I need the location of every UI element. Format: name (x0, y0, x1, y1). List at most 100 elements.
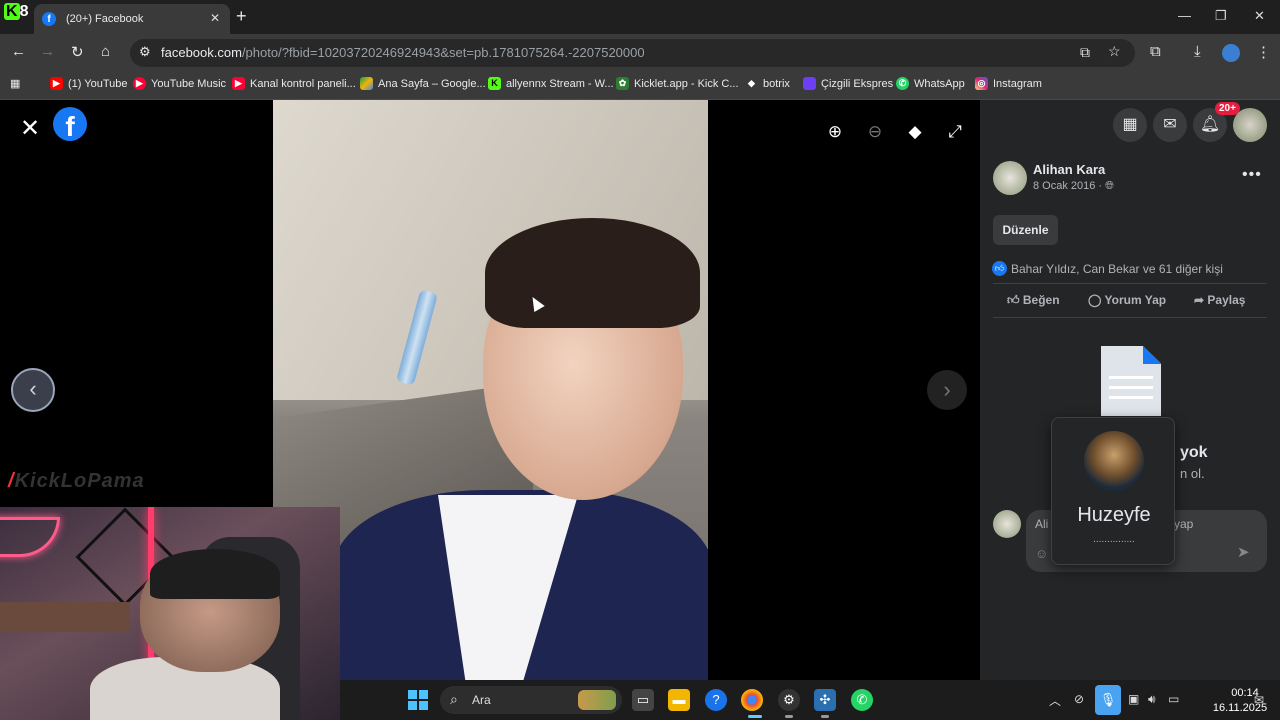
apps-grid-icon[interactable]: ▦ (10, 77, 20, 90)
youtube-studio-icon: ▶ (232, 77, 245, 90)
microphone-icon[interactable]: 🎙︎ (1095, 685, 1121, 715)
botrix-icon: ◆ (748, 78, 755, 88)
new-tab-button[interactable]: + (236, 6, 247, 27)
globe-icon: 🌐︎ (1105, 180, 1114, 192)
home-icon[interactable]: ⌂ (101, 43, 110, 60)
minimize-button[interactable]: — (1178, 8, 1191, 23)
task-view-icon[interactable]: ▭ (632, 689, 654, 711)
bookmark-youtube-studio[interactable]: ▶ Kanal kontrol paneli... (232, 77, 356, 90)
network-app-icon[interactable]: ✣ (814, 689, 836, 711)
cizgili-ekspres-icon (803, 77, 816, 90)
show-hidden-icons-icon[interactable]: ︿ (1049, 692, 1061, 709)
browser-tab-facebook[interactable]: f (20+) Facebook ✕ (34, 4, 230, 34)
close-viewer-icon[interactable]: ✕ (20, 114, 40, 143)
edit-button[interactable]: Düzenle (993, 215, 1058, 245)
reactions-summary[interactable]: 👍︎ Bahar Yıldız, Can Bekar ve 61 diğer k… (992, 261, 1223, 276)
zoom-out-icon[interactable]: ⊖ (861, 118, 889, 146)
bookmark-botrix[interactable]: ◆ botrix (745, 77, 790, 90)
bookmark-label: YouTube Music (151, 77, 227, 90)
extensions-icon[interactable]: ⧉ (1150, 43, 1161, 60)
facebook-logo-icon[interactable]: f (53, 107, 87, 141)
no-comments-subtitle: n ol. (1180, 466, 1205, 481)
stream-watermark: /KickLoPama (8, 470, 145, 492)
share-label: Paylaş (1207, 293, 1246, 307)
site-info-icon[interactable]: ⚙ (139, 44, 151, 60)
download-icon[interactable]: ⤓ (1194, 43, 1201, 60)
like-button[interactable]: 👍︎ Beğen (1007, 293, 1060, 308)
tab-close-icon[interactable]: ✕ (210, 11, 220, 25)
forward-arrow-icon[interactable]: → (40, 43, 55, 60)
maximize-button[interactable]: ❐ (1215, 8, 1227, 24)
popup-name: Huzeyfe (1077, 504, 1151, 526)
tag-icon[interactable]: ◆ (901, 118, 929, 146)
file-explorer-icon[interactable]: ▬ (668, 689, 690, 711)
post-actions: 👍︎ Beğen ◯ Yorum Yap ➦ Paylaş (993, 283, 1267, 318)
post-date-text: 8 Ocak 2016 · (1033, 180, 1106, 192)
webcam-overlay (0, 507, 340, 720)
fullscreen-icon[interactable]: ⤢ (941, 118, 969, 146)
network-off-icon[interactable]: ⊘ (1074, 692, 1084, 706)
browser-menu-icon[interactable]: ⋮ (1256, 43, 1271, 61)
comment-button[interactable]: ◯ Yorum Yap (1088, 293, 1166, 307)
next-photo-button[interactable]: › (927, 370, 967, 410)
bookmark-label: (1) YouTube (68, 77, 128, 90)
display-icon[interactable]: ▣ (1128, 692, 1139, 706)
bookmark-label: botrix (763, 77, 790, 90)
whatsapp-taskbar-icon[interactable]: ✆ (851, 689, 873, 711)
battery-icon[interactable]: ▭ (1168, 692, 1179, 706)
windows-start-icon[interactable] (408, 690, 428, 710)
poster-avatar[interactable] (993, 161, 1027, 195)
bookmark-youtube-music[interactable]: ▶ YouTube Music (133, 77, 226, 90)
document-line (1109, 396, 1153, 399)
previous-photo-button[interactable]: ‹ (11, 368, 55, 412)
kick-icon: K (488, 77, 501, 90)
emoji-icon[interactable]: ☺ (1035, 546, 1048, 561)
bookmark-cizgili-ekspres[interactable]: Çizgili Ekspres (803, 77, 893, 90)
bookmark-label: Ana Sayfa – Google... (378, 77, 486, 90)
share-button[interactable]: ➦ Paylaş (1194, 293, 1245, 307)
caller-popup[interactable]: Huzeyfe ............... (1051, 417, 1175, 565)
notifications-icon[interactable]: ✉ (1254, 693, 1264, 707)
bookmark-youtube[interactable]: ▶ (1) YouTube (50, 77, 128, 90)
search-highlight-image (578, 690, 616, 710)
post-date[interactable]: 8 Ocak 2016 · 🌐︎ (1033, 180, 1114, 193)
back-arrow-icon[interactable]: ← (11, 43, 26, 60)
clock-time[interactable]: 00:14 (1210, 687, 1280, 699)
game-app-icon[interactable]: ⚙ (778, 689, 800, 711)
bookmark-label: allyennx Stream - W... (506, 77, 614, 90)
taskbar-search[interactable]: ⌕ Ara (440, 686, 622, 714)
clock-date[interactable]: 16.11.2025 (1200, 702, 1280, 714)
address-bar[interactable]: ⚙ facebook.com/photo/?fbid=1020372024692… (130, 39, 1135, 67)
send-icon[interactable]: ➤ (1237, 543, 1250, 561)
bookmark-label: Instagram (993, 77, 1042, 90)
kick-extension-icon[interactable]: K8 (4, 3, 34, 29)
zoom-in-icon[interactable]: ⊕ (821, 118, 849, 146)
bookmark-google-drive[interactable]: Ana Sayfa – Google... (360, 77, 486, 90)
bookmark-kicklet[interactable]: ✿ Kicklet.app - Kick C... (616, 77, 739, 90)
url-host: facebook.com (161, 45, 242, 60)
bookmark-star-icon[interactable]: ☆ (1108, 43, 1121, 60)
help-icon[interactable]: ? (705, 689, 727, 711)
window-close-button[interactable]: ✕ (1254, 8, 1265, 24)
volume-icon[interactable]: 🔊︎ (1148, 692, 1156, 707)
comment-label: Yorum Yap (1104, 293, 1167, 307)
comment-bubble-icon: ◯ (1088, 293, 1105, 307)
chrome-icon[interactable] (741, 689, 763, 711)
popup-status: ............... (1093, 534, 1135, 545)
bookmark-instagram[interactable]: ◎ Instagram (975, 77, 1042, 90)
more-options-icon[interactable]: ••• (1242, 166, 1262, 184)
menu-grid-icon[interactable]: ▦ (1113, 108, 1147, 142)
reload-icon[interactable]: ↻ (71, 43, 84, 61)
bookmark-kick-stream[interactable]: Kallyennx Stream - W... (488, 77, 614, 90)
bookmark-label: Çizgili Ekspres (821, 77, 894, 90)
profile-avatar-icon[interactable] (1222, 44, 1240, 62)
poster-name[interactable]: Alihan Kara (1033, 162, 1105, 177)
bookmark-whatsapp[interactable]: ✆ WhatsApp (896, 77, 965, 90)
webcam-streamer-hair (150, 549, 280, 599)
kicklet-icon: ✿ (616, 77, 629, 90)
account-avatar[interactable] (1233, 108, 1267, 142)
bookmarks-bar: ▦ ▶ (1) YouTube ▶ YouTube Music ▶ Kanal kon… (0, 72, 1280, 100)
install-app-icon[interactable]: ⧉ (1080, 44, 1090, 61)
messenger-icon[interactable]: ✉ (1153, 108, 1187, 142)
active-app-indicator (748, 715, 762, 718)
